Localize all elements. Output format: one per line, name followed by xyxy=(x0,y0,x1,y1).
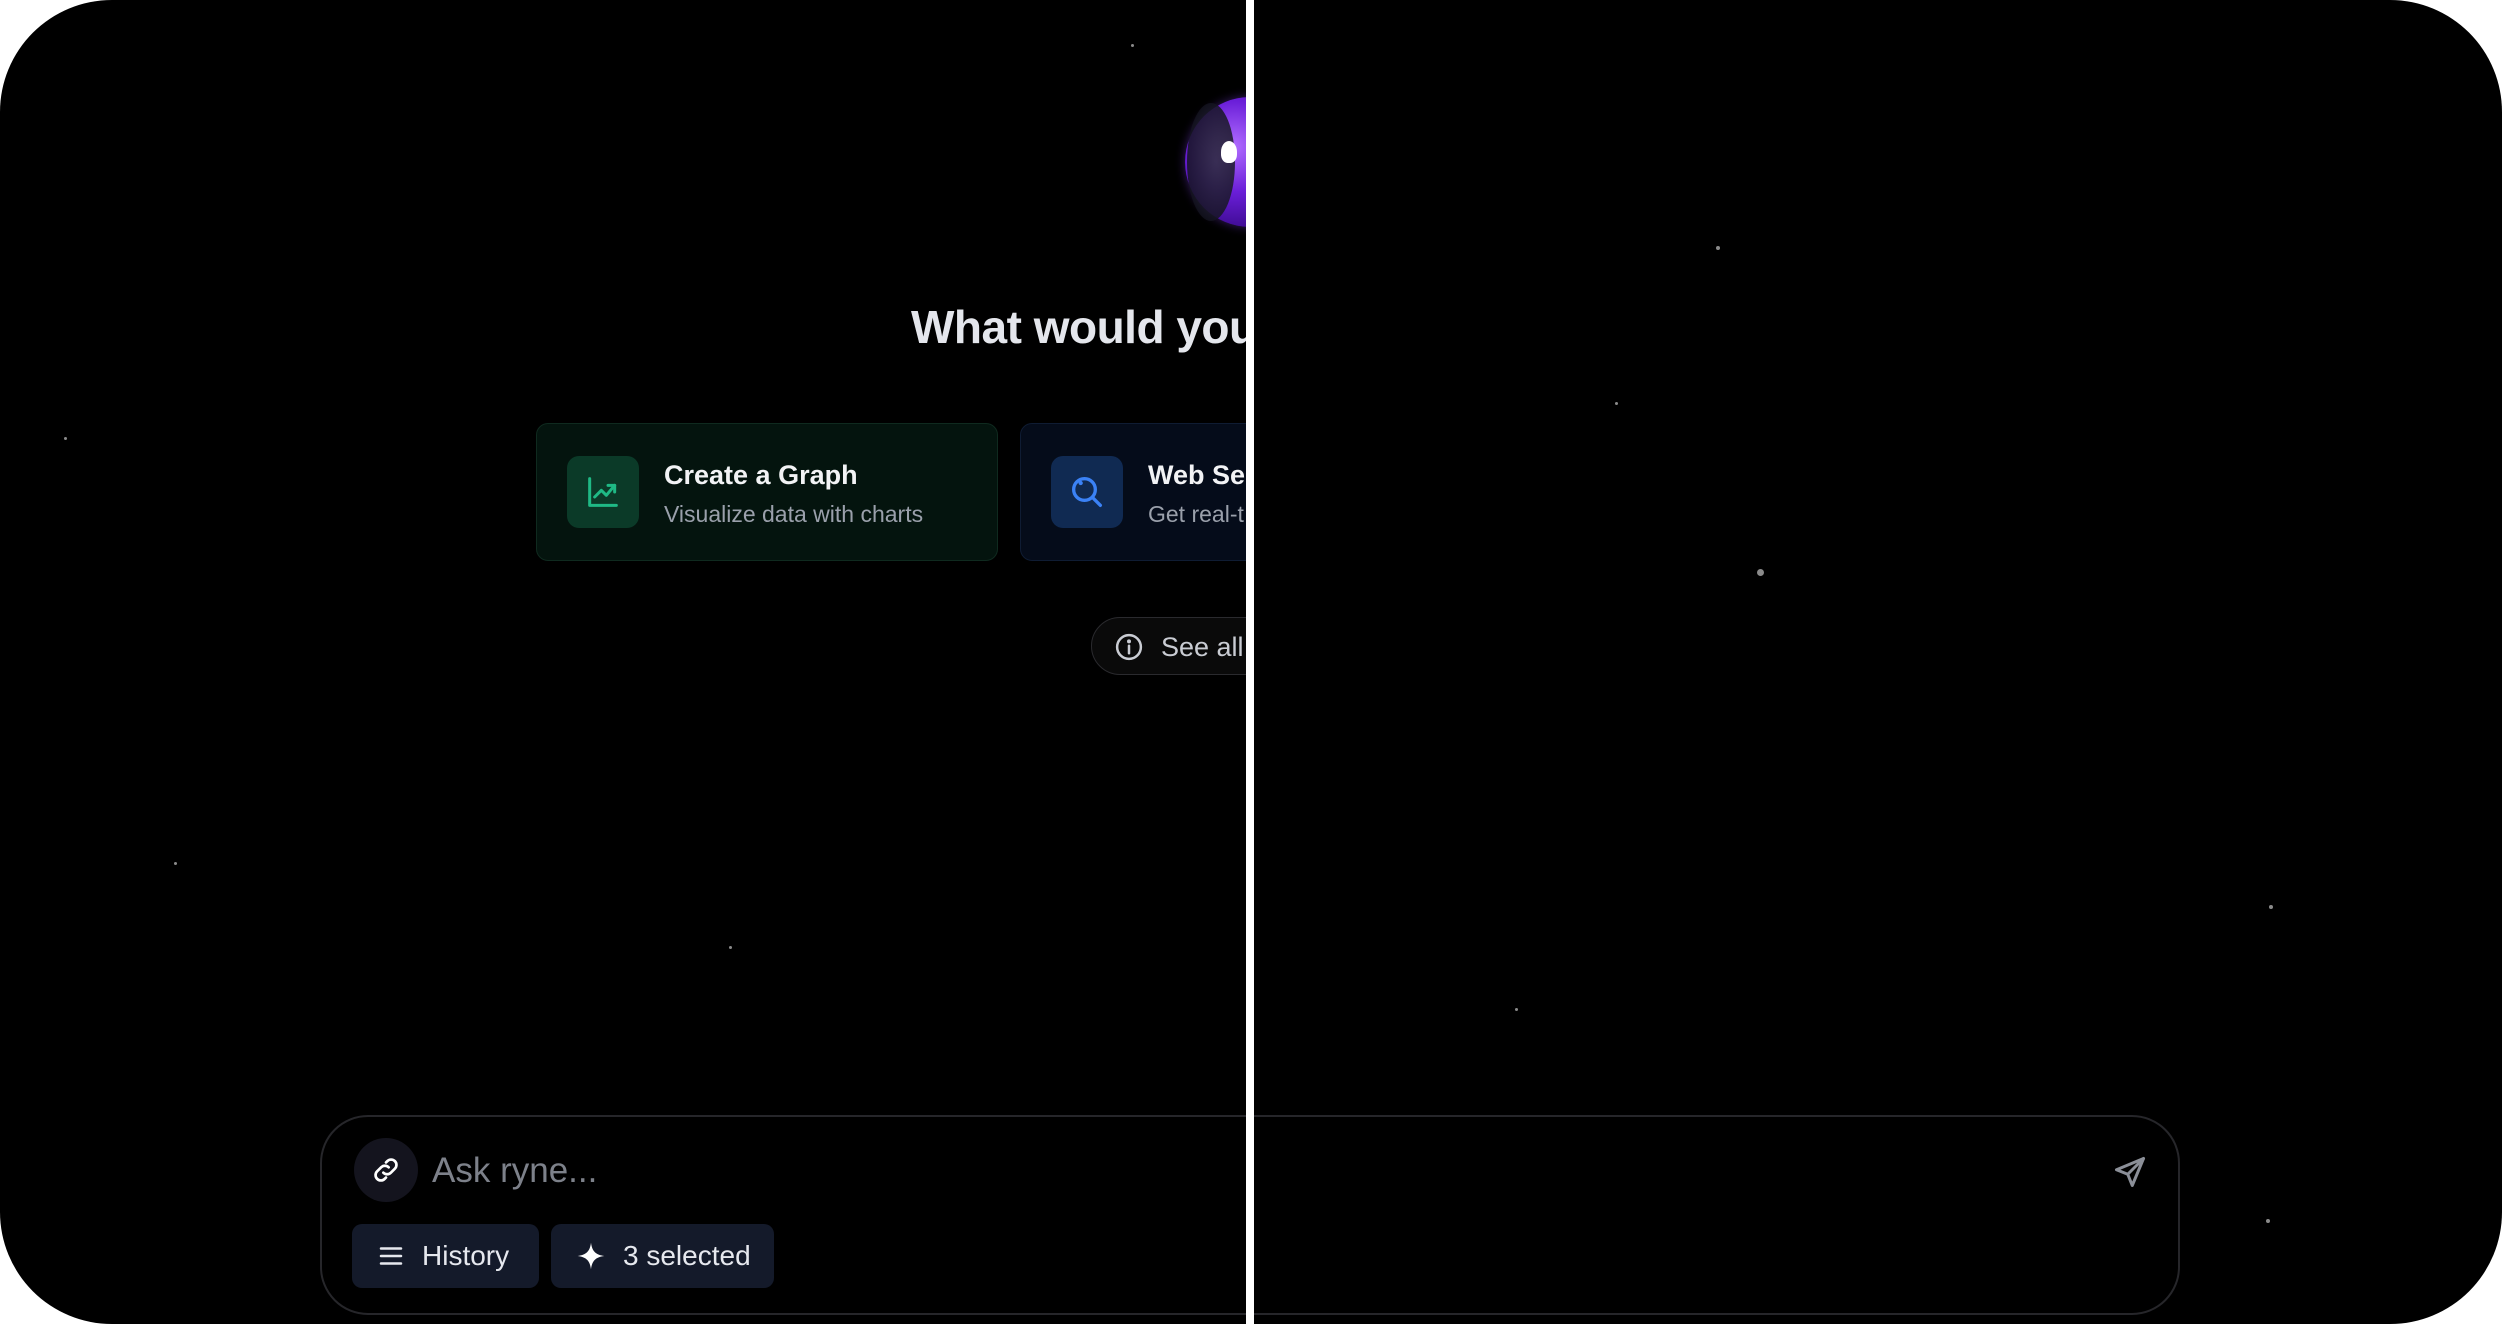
history-label: History xyxy=(422,1240,510,1271)
star xyxy=(1515,1008,1518,1011)
ask-input[interactable] xyxy=(432,1147,2032,1195)
search-icon xyxy=(1051,456,1123,528)
menu-icon xyxy=(376,1241,406,1271)
star xyxy=(2269,905,2273,909)
send-icon xyxy=(2112,1154,2148,1190)
star xyxy=(2266,1219,2270,1223)
info-icon xyxy=(1114,632,1144,662)
card-title: Create a Graph xyxy=(664,460,858,490)
tools-selected-button[interactable]: 3 selected xyxy=(551,1224,774,1288)
selected-count-label: 3 selected xyxy=(623,1240,751,1271)
card-title: Web Se xyxy=(1148,460,1246,490)
star xyxy=(1615,402,1618,405)
attach-button[interactable] xyxy=(354,1138,418,1202)
create-graph-card[interactable]: Create a Graph Visualize data with chart… xyxy=(536,423,998,561)
assistant-orb xyxy=(1185,97,1249,227)
link-icon xyxy=(370,1154,402,1186)
see-all-button[interactable]: See all xyxy=(1091,617,1249,675)
app-screen: What would you Create a Graph Visualize … xyxy=(0,0,2502,1324)
see-all-label: See all xyxy=(1161,632,1244,662)
web-search-card[interactable]: Web Se Get real-t xyxy=(1020,423,1249,561)
comparison-divider[interactable] xyxy=(1246,0,1254,1324)
star xyxy=(1757,569,1764,576)
history-button[interactable]: History xyxy=(352,1224,539,1288)
card-subtitle: Visualize data with charts xyxy=(664,501,924,527)
star xyxy=(1716,246,1720,250)
send-button[interactable] xyxy=(2108,1150,2152,1194)
card-subtitle: Get real-t xyxy=(1148,501,1244,527)
sparkle-icon xyxy=(575,1240,607,1272)
page-title: What would you xyxy=(911,301,1249,353)
orb-highlight xyxy=(1221,141,1237,163)
chart-line-icon xyxy=(567,456,639,528)
